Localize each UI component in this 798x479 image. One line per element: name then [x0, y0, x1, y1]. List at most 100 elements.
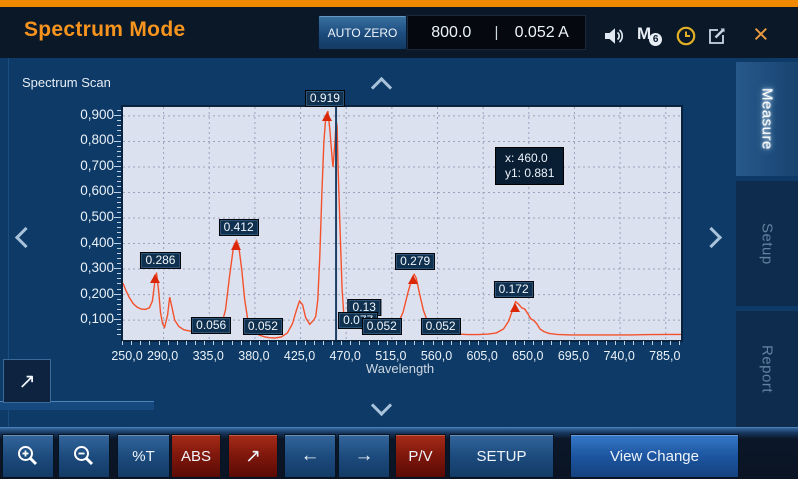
wavelength-readout: 800.0: [408, 24, 495, 42]
y-tick: [117, 151, 121, 152]
x-tick: [487, 341, 488, 345]
x-tick: [460, 341, 461, 345]
y-tick: [117, 299, 121, 300]
x-tick: [423, 341, 424, 345]
setup-button[interactable]: SETUP: [449, 434, 554, 478]
y-tick: [117, 222, 121, 223]
x-tick: [433, 341, 434, 345]
x-tick: [633, 341, 634, 345]
x-tick: [588, 341, 589, 345]
x-tick-label: 470,0: [330, 349, 361, 363]
y-tick: [117, 135, 121, 136]
chevron-right-icon[interactable]: [701, 227, 722, 248]
x-tick: [560, 341, 561, 345]
chevron-up-icon[interactable]: [371, 77, 392, 98]
speaker-icon[interactable]: [604, 27, 626, 50]
x-tick-label: 695,0: [558, 349, 589, 363]
m6-logo-icon: M 6: [637, 24, 662, 44]
abs-button[interactable]: ABS: [171, 434, 221, 478]
zoom-in-button[interactable]: [2, 434, 54, 478]
view-change-button[interactable]: View Change: [570, 434, 739, 478]
y-tick: [117, 263, 121, 264]
x-tick: [332, 341, 333, 345]
x-tick: [524, 341, 525, 345]
percent-t-button[interactable]: %T: [117, 434, 170, 478]
tab-report[interactable]: Report: [736, 311, 798, 427]
y-tick: [117, 161, 121, 162]
x-tick: [469, 341, 470, 345]
y-tick-label: 0,100: [36, 311, 114, 326]
y-tick: [114, 243, 121, 244]
chevron-down-icon[interactable]: [371, 395, 392, 416]
x-tick: [369, 341, 370, 345]
x-tick: [442, 341, 443, 345]
page-title: Spectrum Mode: [24, 18, 185, 42]
y-tick-label: 0,400: [36, 235, 114, 250]
x-tick: [149, 341, 150, 345]
edit-icon[interactable]: [707, 26, 727, 51]
zoom-out-button[interactable]: [58, 434, 110, 478]
y-tick: [117, 278, 121, 279]
clock-icon[interactable]: [676, 26, 696, 51]
chevron-left-icon[interactable]: [15, 227, 36, 248]
absorbance-readout: 0.052 A: [498, 24, 585, 42]
y-tick-label: 0,800: [36, 132, 114, 147]
y-tick: [117, 197, 121, 198]
move-left-button[interactable]: ←: [284, 434, 336, 478]
y-tick: [117, 212, 121, 213]
x-tick: [670, 341, 671, 345]
spectrum-chart[interactable]: [122, 106, 682, 341]
peak-marker: [322, 112, 332, 121]
y-tick: [114, 294, 121, 295]
y-tick: [117, 309, 121, 310]
x-tick: [296, 341, 297, 345]
x-tick: [131, 341, 132, 345]
x-tick: [551, 341, 552, 345]
magnifier-minus-icon: [71, 443, 97, 469]
y-tick: [117, 176, 121, 177]
x-tick: [140, 341, 141, 345]
x-tick-label: 650,0: [512, 349, 543, 363]
auto-zero-button[interactable]: AUTO ZERO: [318, 15, 407, 50]
close-icon[interactable]: ×: [753, 22, 769, 46]
peak-value-label: 0.279: [395, 253, 435, 270]
tab-setup[interactable]: Setup: [736, 181, 798, 306]
x-tick: [277, 341, 278, 345]
y-tick: [117, 258, 121, 259]
x-tick: [286, 341, 287, 345]
y-tick: [117, 120, 121, 121]
y-tick: [117, 110, 121, 111]
y-tick: [114, 268, 121, 269]
y-tick: [117, 186, 121, 187]
y-tick: [117, 207, 121, 208]
pv-button[interactable]: P/V: [395, 434, 446, 478]
x-tick: [496, 341, 497, 345]
x-tick: [652, 341, 653, 345]
x-tick: [314, 341, 315, 345]
x-tick-label: 740,0: [603, 349, 634, 363]
x-tick-label: 290,0: [147, 349, 178, 363]
y-tick: [117, 130, 121, 131]
y-tick: [117, 304, 121, 305]
x-tick: [478, 341, 479, 345]
x-tick: [643, 341, 644, 345]
x-tick-label: 335,0: [193, 349, 224, 363]
y-tick: [114, 217, 121, 218]
x-tick: [597, 341, 598, 345]
tooltip-y-value: y1: 0.881: [505, 166, 554, 181]
tab-measure[interactable]: Measure: [736, 62, 798, 176]
header-bar: Spectrum Mode AUTO ZERO 800.0 | 0.052 A …: [0, 7, 798, 59]
peak-marker: [408, 275, 418, 284]
x-tick: [168, 341, 169, 345]
x-tick-label: 425,0: [284, 349, 315, 363]
y-tick-label: 0,500: [36, 209, 114, 224]
x-tick: [350, 341, 351, 345]
expand-chart-button[interactable]: ↗: [3, 359, 51, 403]
trace-arrow-button[interactable]: ↗: [228, 434, 278, 478]
y-tick: [114, 141, 121, 142]
valley-value-label: 0.052: [421, 318, 461, 335]
move-right-button[interactable]: →: [338, 434, 390, 478]
x-tick: [405, 341, 406, 345]
x-tick: [250, 341, 251, 345]
y-tick: [117, 314, 121, 315]
